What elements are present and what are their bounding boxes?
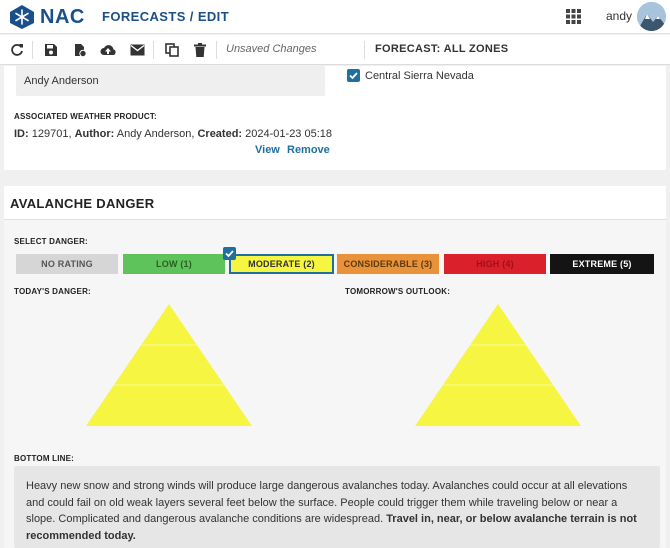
select-danger-label: SELECT DANGER: bbox=[14, 237, 88, 246]
danger-button-considerable[interactable]: CONSIDERABLE (3) bbox=[337, 254, 439, 274]
danger-button-moderate[interactable]: MODERATE (2) bbox=[229, 254, 334, 274]
toolbar-divider bbox=[32, 41, 33, 59]
tomorrows-outlook-pyramid[interactable] bbox=[415, 304, 581, 426]
bottom-line-content: Heavy new snow and strong winds will pro… bbox=[26, 478, 648, 544]
id-value: 129701, bbox=[31, 128, 72, 140]
breadcrumb-edit: EDIT bbox=[197, 9, 230, 24]
todays-danger-pyramid[interactable] bbox=[86, 304, 252, 426]
user-name[interactable]: andy bbox=[606, 9, 632, 23]
view-link[interactable]: View bbox=[255, 144, 280, 156]
snowflake-logo-icon[interactable] bbox=[8, 4, 36, 30]
app-logo-text[interactable]: NAC bbox=[40, 6, 85, 29]
author-value: Andy Anderson, bbox=[116, 128, 195, 140]
remove-link[interactable]: Remove bbox=[287, 144, 330, 156]
cloud-upload-icon[interactable] bbox=[99, 41, 117, 59]
section-title: AVALANCHE DANGER bbox=[10, 196, 155, 211]
toolbar-divider bbox=[216, 41, 217, 59]
created-value: 2024-01-23 05:18 bbox=[245, 128, 333, 140]
breadcrumb: FORECASTS / EDIT bbox=[102, 9, 229, 24]
bottom-line-textarea[interactable]: Heavy new snow and strong winds will pro… bbox=[14, 466, 660, 548]
save-copy-icon[interactable] bbox=[71, 41, 89, 59]
author-field[interactable]: Andy Anderson bbox=[16, 66, 325, 96]
bottom-line-label: BOTTOM LINE: bbox=[14, 454, 75, 463]
refresh-icon[interactable] bbox=[8, 41, 26, 59]
zone-label: Central Sierra Nevada bbox=[365, 70, 474, 82]
user-avatar[interactable] bbox=[637, 2, 666, 31]
apps-grid-icon[interactable] bbox=[566, 9, 581, 24]
toolbar-divider bbox=[364, 41, 365, 59]
toolbar-divider bbox=[153, 41, 154, 59]
check-icon bbox=[225, 250, 234, 258]
save-icon[interactable] bbox=[42, 41, 60, 59]
associated-product-details: ID: 129701, Author: Andy Anderson, Creat… bbox=[14, 128, 332, 140]
danger-button-no-rating[interactable]: NO RATING bbox=[16, 254, 118, 274]
author-field-value: Andy Anderson bbox=[24, 75, 99, 87]
check-icon bbox=[349, 72, 358, 80]
mail-icon[interactable] bbox=[128, 41, 146, 59]
associated-product-label: ASSOCIATED WEATHER PRODUCT: bbox=[14, 112, 157, 121]
save-status-text: Unsaved Changes bbox=[226, 43, 317, 55]
author-label: Author: bbox=[74, 128, 115, 140]
avalanche-danger-card: AVALANCHE DANGER SELECT DANGER: NO RATIN… bbox=[4, 186, 666, 548]
danger-button-extreme[interactable]: EXTREME (5) bbox=[550, 254, 654, 274]
todays-danger-label: TODAY'S DANGER: bbox=[14, 287, 91, 296]
forecast-scope-label: FORECAST: ALL ZONES bbox=[375, 43, 509, 55]
forecast-meta-card: Andy Anderson Central Sierra Nevada ASSO… bbox=[4, 66, 666, 170]
copy-icon[interactable] bbox=[163, 41, 181, 59]
id-label: ID: bbox=[14, 128, 29, 140]
zone-checkbox[interactable] bbox=[347, 69, 360, 82]
editor-toolbar: Unsaved Changes FORECAST: ALL ZONES bbox=[0, 35, 670, 65]
trash-icon[interactable] bbox=[191, 41, 209, 59]
danger-button-high[interactable]: HIGH (4) bbox=[444, 254, 546, 274]
tomorrows-outlook-label: TOMORROW'S OUTLOOK: bbox=[345, 287, 451, 296]
breadcrumb-separator: / bbox=[189, 9, 194, 24]
breadcrumb-forecasts[interactable]: FORECASTS bbox=[102, 9, 186, 24]
selected-check-badge bbox=[223, 247, 236, 260]
created-label: Created: bbox=[197, 128, 243, 140]
mountain-avatar-icon bbox=[637, 2, 666, 31]
top-nav: NAC FORECASTS / EDIT andy bbox=[0, 0, 670, 34]
danger-button-low[interactable]: LOW (1) bbox=[123, 254, 225, 274]
avalanche-danger-header: AVALANCHE DANGER bbox=[4, 186, 666, 220]
